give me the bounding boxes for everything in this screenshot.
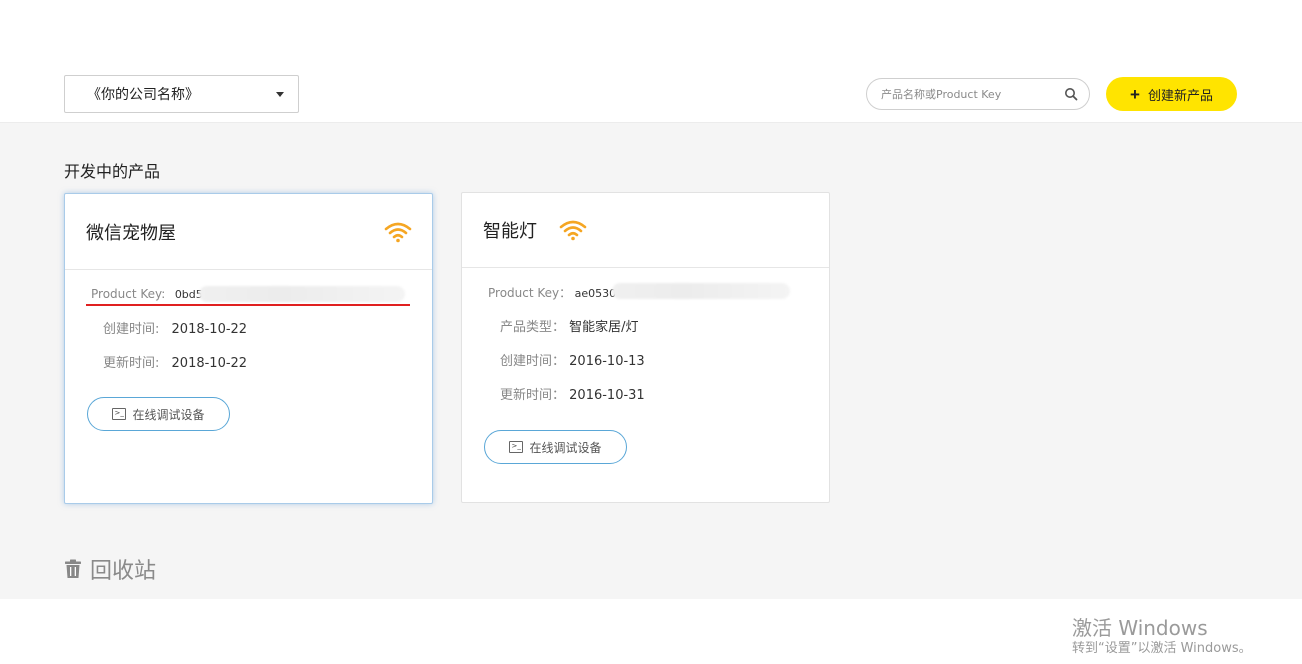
product-key-value: ae0530 (574, 287, 617, 300)
wifi-icon (559, 220, 587, 241)
product-key-row: Product Key： ae0530 (488, 284, 616, 301)
redacted-key-mask (199, 286, 405, 302)
search-box[interactable] (866, 78, 1090, 110)
online-debug-label: 在线调试设备 (132, 407, 205, 422)
watermark-subtitle: 转到“设置”以激活 Windows。 (1072, 641, 1252, 656)
updated-row: 更新时间: 2018-10-22 (103, 352, 247, 371)
page: 《你的公司名称》 + 创建新产品 开发中的产品 微信宠物屋 (0, 0, 1302, 664)
terminal-icon: >_ (112, 408, 127, 420)
updated-row: 更新时间： 2016-10-31 (500, 384, 645, 403)
type-row: 产品类型： 智能家居/灯 (500, 316, 639, 335)
updated-value: 2018-10-22 (171, 356, 248, 371)
terminal-icon: >_ (509, 441, 524, 453)
create-product-button[interactable]: + 创建新产品 (1106, 77, 1237, 111)
updated-value: 2016-10-31 (569, 388, 645, 403)
created-row: 创建时间: 2018-10-22 (103, 318, 247, 337)
product-key-label: Product Key： (488, 286, 572, 300)
main-content: 开发中的产品 微信宠物屋 Product Key: 0bd5 创建时间: 201… (0, 123, 1302, 599)
windows-activation-watermark: 激活 Windows 转到“设置”以激活 Windows。 (1072, 616, 1252, 658)
redacted-key-mask (612, 283, 790, 299)
plus-icon: + (1130, 84, 1140, 104)
annotation-underline (86, 304, 410, 306)
trash-icon (65, 559, 81, 578)
created-value: 2018-10-22 (171, 322, 248, 337)
create-product-label: 创建新产品 (1147, 87, 1213, 103)
updated-label: 更新时间: (103, 356, 160, 371)
product-card-2[interactable]: 智能灯 Product Key： ae0530 产品类型： 智能家居/灯 创建时… (461, 192, 830, 503)
product-title: 微信宠物屋 (86, 222, 176, 244)
section-title: 开发中的产品 (64, 162, 161, 181)
recycle-bin-link[interactable]: 回收站 (64, 553, 156, 585)
product-card-1[interactable]: 微信宠物屋 Product Key: 0bd5 创建时间: 2018-10-22… (64, 193, 433, 504)
created-row: 创建时间： 2016-10-13 (500, 350, 645, 369)
product-title: 智能灯 (483, 221, 537, 242)
search-icon[interactable] (1063, 86, 1079, 102)
watermark-title: 激活 Windows (1072, 616, 1208, 640)
card-header: 智能灯 (462, 193, 829, 268)
online-debug-button[interactable]: >_ 在线调试设备 (484, 430, 627, 464)
recycle-bin-label: 回收站 (90, 559, 157, 584)
caret-down-icon (276, 91, 284, 97)
created-label: 创建时间: (103, 322, 160, 337)
online-debug-button[interactable]: >_ 在线调试设备 (87, 397, 230, 431)
product-key-row: Product Key: 0bd5 (91, 287, 203, 301)
product-key-label: Product Key: (91, 287, 166, 301)
created-label: 创建时间： (500, 354, 566, 369)
company-select[interactable]: 《你的公司名称》 (64, 75, 299, 113)
company-select-label: 《你的公司名称》 (87, 87, 199, 103)
header: 《你的公司名称》 + 创建新产品 (0, 0, 1302, 123)
online-debug-label: 在线调试设备 (529, 440, 602, 455)
wifi-icon (384, 222, 412, 243)
card-header: 微信宠物屋 (65, 194, 432, 270)
updated-label: 更新时间： (500, 388, 566, 403)
type-value: 智能家居/灯 (569, 320, 639, 335)
search-input[interactable] (881, 87, 1063, 101)
type-label: 产品类型： (500, 320, 566, 335)
created-value: 2016-10-13 (569, 354, 645, 369)
